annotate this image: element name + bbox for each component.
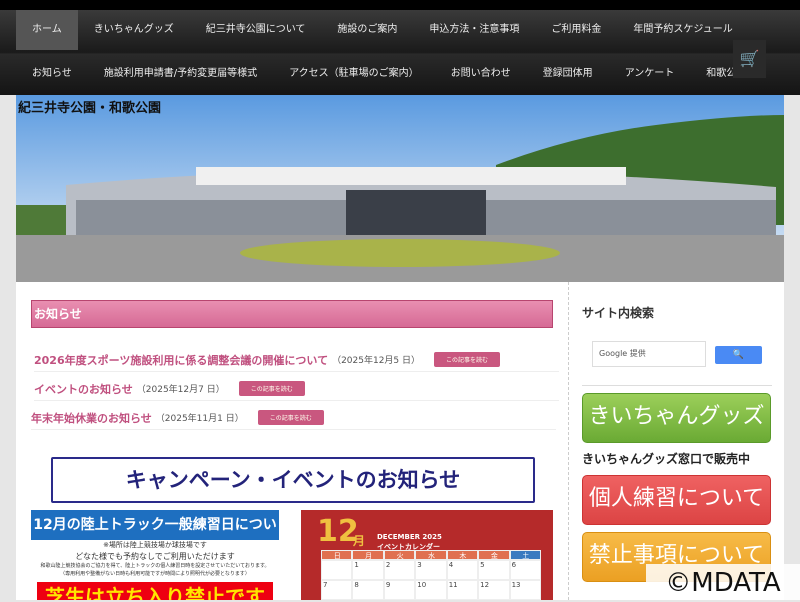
nav-application[interactable]: 申込方法・注意事項 (413, 10, 535, 50)
news-date: （2025年12月5 日） (332, 356, 421, 366)
track-line: どなた様でも予約なしでご利用いただけます (75, 552, 235, 561)
cart-icon[interactable]: 🛒 (733, 40, 766, 78)
search-button[interactable]: 🔍 (715, 346, 762, 364)
watermark: ©MDATA (646, 564, 800, 600)
divider (582, 385, 772, 386)
practice-banner[interactable]: 個人練習について (582, 475, 771, 525)
calendar-grid: 日 月 火 水 木 金 土 1 2 3 4 5 6 7 8 9 10 11 12 (321, 550, 541, 600)
news-heading: お知らせ (31, 300, 553, 328)
date-cell: 9 (383, 580, 416, 600)
day-header: 日 (321, 550, 353, 560)
news-date: （2025年11月1 日） (155, 414, 244, 424)
nav-groups[interactable]: 登録団体用 (527, 54, 609, 94)
day-header: 金 (478, 550, 510, 560)
nav-survey[interactable]: アンケート (609, 54, 691, 94)
nav-goods[interactable]: きいちゃんグッズ (78, 10, 190, 50)
nav-home[interactable]: ホーム (16, 10, 78, 50)
date-cell: 4 (446, 560, 479, 580)
date-cell: 1 (352, 560, 384, 580)
search-input[interactable]: Google 提供 (592, 341, 706, 367)
track-line: （専用利用や整備がない日時も利用可能ですが時間により照明代が必要となります） (60, 571, 250, 577)
nav-fees[interactable]: ご利用料金 (535, 10, 617, 50)
nav-facilities[interactable]: 施設のご案内 (321, 10, 413, 50)
page-content: お知らせ 2026年度スポーツ施設利用に係る調整会議の開催について （2025年… (16, 282, 784, 600)
news-title[interactable]: イベントのお知らせ (34, 381, 133, 397)
date-cell: 12 (478, 580, 510, 600)
date-cell (321, 560, 353, 580)
day-header: 木 (446, 550, 479, 560)
nav-contact[interactable]: お問い合わせ (435, 54, 527, 94)
site-title[interactable]: 紀三井寺公園・和歌公園 (18, 97, 161, 116)
date-cell: 8 (352, 580, 384, 600)
track-practice-flyer[interactable]: 12月の陸上トラック一般練習日について ※場所は陸上競技場か球技場です どなた様… (31, 510, 279, 600)
read-more-button[interactable]: この記事を読む (257, 410, 324, 425)
read-more-button[interactable]: この記事を読む (434, 352, 501, 367)
nav-row-1: ホーム きいちゃんグッズ 紀三井寺公園について 施設のご案内 申込方法・注意事項… (16, 10, 749, 50)
day-header: 水 (415, 550, 447, 560)
track-line: 和歌山陸上競技協会のご協力を得て、陸上トラックの個人練習日時を設定させていただい… (40, 563, 270, 569)
search-heading: サイト内検索 (582, 306, 655, 320)
top-bar (0, 0, 800, 10)
main-nav: ホーム きいちゃんグッズ 紀三井寺公園について 施設のご案内 申込方法・注意事項… (0, 10, 800, 95)
date-cell: 6 (509, 560, 541, 580)
nav-schedule[interactable]: 年間予約スケジュール (617, 10, 748, 50)
day-header: 土 (509, 550, 541, 560)
date-cell: 5 (478, 560, 510, 580)
calendar-subtitle: DECEMBER 2025 (377, 533, 442, 541)
goods-text: きいちゃんグッズ窓口で販売中 (582, 452, 751, 466)
nav-about[interactable]: 紀三井寺公園について (190, 10, 322, 50)
news-title[interactable]: 年末年始休業のお知らせ (31, 410, 152, 426)
day-header: 月 (352, 550, 384, 560)
nav-forms[interactable]: 施設利用申請書/予約変更届等様式 (88, 54, 273, 94)
read-more-button[interactable]: この記事を読む (238, 381, 305, 396)
date-cell: 7 (321, 580, 353, 600)
nav-news[interactable]: お知らせ (16, 54, 88, 94)
nav-row-2: お知らせ 施設利用申請書/予約変更届等様式 アクセス（駐車場のご案内） お問い合… (16, 54, 762, 94)
news-date: （2025年12月7 日） (136, 385, 225, 395)
date-cell: 2 (383, 560, 416, 580)
track-line: ※場所は陸上競技場か球技場です (103, 541, 207, 549)
stadium-photo (16, 95, 784, 282)
campaign-banner[interactable]: キャンペーン・イベントのお知らせ (51, 457, 535, 503)
goods-banner[interactable]: きいちゃんグッズ (582, 393, 771, 443)
date-cell: 3 (415, 560, 447, 580)
event-calendar[interactable]: 12 月 DECEMBER 2025 イベントカレンダー 日 月 火 水 木 金 … (301, 510, 553, 600)
track-heading: 12月の陸上トラック一般練習日について (31, 510, 279, 563)
calendar-month-kanji: 月 (353, 534, 366, 548)
hero-image: 紀三井寺公園・和歌公園 (16, 95, 784, 282)
date-cell: 10 (415, 580, 447, 600)
main-column: お知らせ 2026年度スポーツ施設利用に係る調整会議の開催について （2025年… (16, 282, 568, 600)
news-item: イベントのお知らせ （2025年12月7 日） この記事を読む (34, 377, 559, 401)
news-item: 2026年度スポーツ施設利用に係る調整会議の開催について （2025年12月5 … (34, 348, 559, 372)
date-cell: 11 (446, 580, 479, 600)
nav-access[interactable]: アクセス（駐車場のご案内） (273, 54, 435, 94)
news-title[interactable]: 2026年度スポーツ施設利用に係る調整会議の開催について (34, 352, 328, 368)
day-header: 火 (383, 550, 416, 560)
news-item: 年末年始休業のお知らせ （2025年11月1 日） この記事を読む (31, 406, 556, 430)
sidebar: サイト内検索 Google 提供 🔍 きいちゃんグッズ きいちゃんグッズ窓口で販… (568, 282, 784, 600)
date-cell: 13 (509, 580, 541, 600)
no-entry-banner: 芝生は立ち入り禁止です (37, 582, 273, 600)
